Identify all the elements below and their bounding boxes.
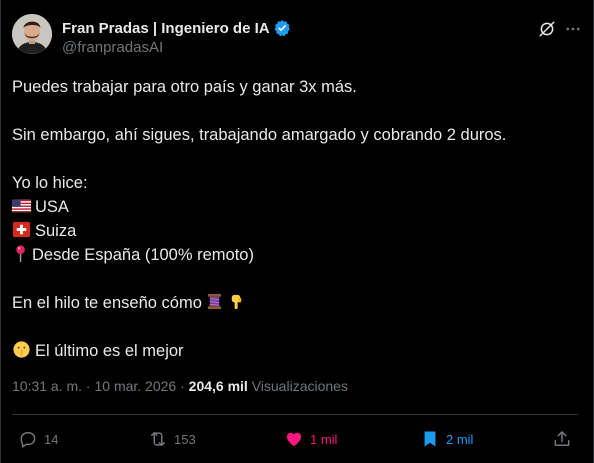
grok-icon[interactable] <box>538 20 556 38</box>
like-button[interactable]: 1 mil <box>284 426 337 452</box>
tweet-meta: 10:31 a. m. · 10 mar. 2026 · 204,6 mil V… <box>12 378 348 394</box>
repost-count: 153 <box>174 431 196 447</box>
author-name-row: Fran Pradas | Ingeniero de IA <box>62 18 291 38</box>
tweet-header: Fran Pradas | Ingeniero de IA @franprada… <box>12 12 582 62</box>
reply-count: 14 <box>44 431 59 447</box>
reply-icon <box>20 432 36 448</box>
round-pushpin-emoji <box>12 244 31 263</box>
divider <box>12 414 578 415</box>
bookmark-icon <box>424 431 436 447</box>
country-suiza: Suiza <box>35 222 77 240</box>
shushing-face-emoji <box>12 340 31 359</box>
repost-button[interactable]: 153 <box>148 426 196 452</box>
reply-button[interactable]: 14 <box>18 426 58 452</box>
post-line-usa: USA <box>12 195 572 219</box>
post-spacer <box>12 147 572 171</box>
country-usa: USA <box>35 198 69 216</box>
left-border <box>0 0 1 463</box>
more-icon[interactable] <box>564 20 582 38</box>
thread-spool-emoji <box>205 292 224 311</box>
us-flag-emoji <box>12 196 31 215</box>
views-count[interactable]: 204,6 mil <box>189 378 248 394</box>
post-spacer <box>12 267 572 291</box>
heart-icon <box>286 432 302 447</box>
verified-badge-icon <box>273 19 291 37</box>
post-line: Sin embargo, ahí sigues, trabajando amar… <box>12 126 507 144</box>
bookmark-button[interactable]: 2 mil <box>420 426 473 452</box>
author-name[interactable]: Fran Pradas | Ingeniero de IA <box>62 20 270 37</box>
swiss-flag-emoji <box>12 220 31 239</box>
author-handle[interactable]: @franpradasAI <box>62 39 163 56</box>
location-text: Desde España (100% remoto) <box>32 246 254 264</box>
share-icon <box>554 431 570 446</box>
timestamp[interactable]: 10:31 a. m. · 10 mar. 2026 · <box>12 378 189 394</box>
bookmark-count: 2 mil <box>446 431 474 447</box>
post-line: Puedes trabajar para otro país y ganar 3… <box>12 78 357 96</box>
post-spacer <box>12 315 572 339</box>
last-text: El último es el mejor <box>35 342 184 360</box>
tweet-card: Fran Pradas | Ingeniero de IA @franprada… <box>0 0 594 463</box>
post-line: Yo lo hice: <box>12 174 88 192</box>
post-line-suiza: Suiza <box>12 219 572 243</box>
post-spacer <box>12 99 572 123</box>
thread-text: En el hilo te enseño cómo <box>12 294 202 312</box>
share-button[interactable] <box>552 426 572 452</box>
repost-icon <box>151 432 165 446</box>
post-line-espana: Desde España (100% remoto) <box>12 243 572 267</box>
views-label: Visualizaciones <box>247 378 348 394</box>
post-line-last: El último es el mejor <box>12 339 572 363</box>
avatar[interactable] <box>12 14 52 54</box>
tweet-text: Puedes trabajar para otro país y ganar 3… <box>12 75 572 363</box>
action-bar: 14 153 1 mil 2 mil <box>12 424 578 454</box>
post-line-thread: En el hilo te enseño cómo <box>12 291 572 315</box>
like-count: 1 mil <box>310 431 338 447</box>
backhand-index-pointing-down-emoji <box>227 292 246 311</box>
